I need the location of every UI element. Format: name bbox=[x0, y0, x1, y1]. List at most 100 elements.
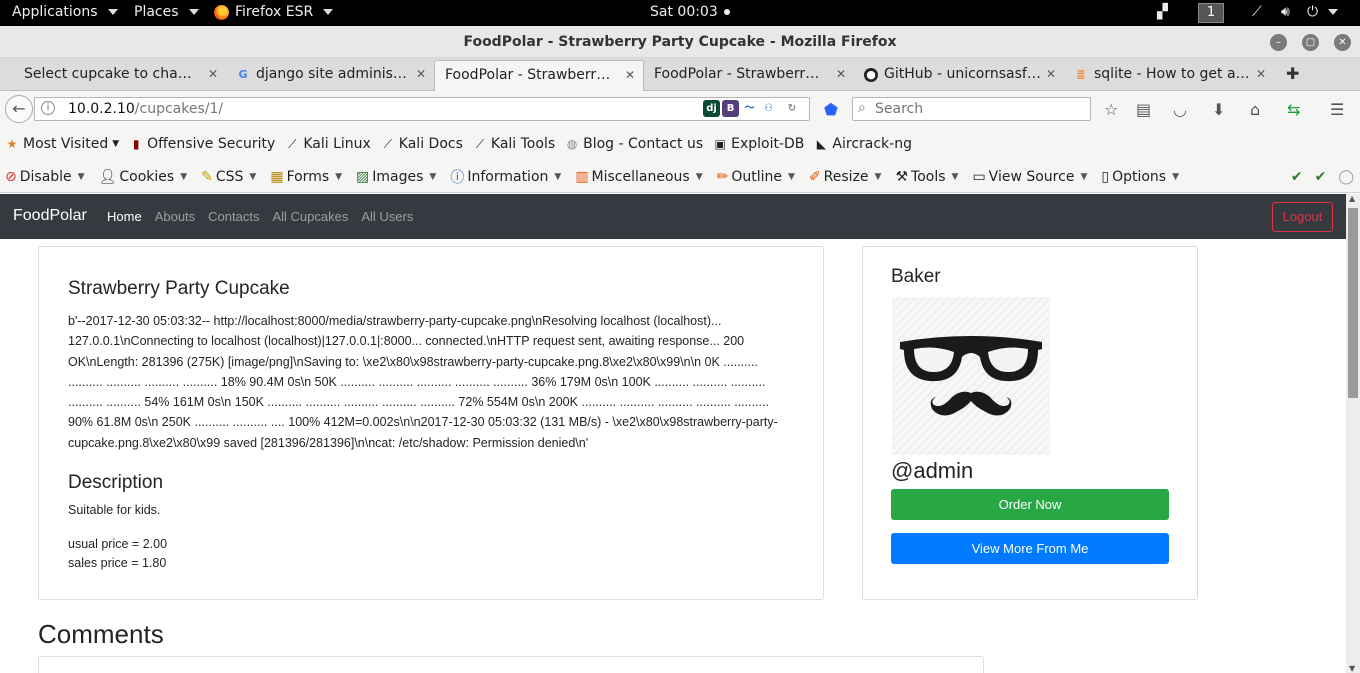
tab-foodpolar[interactable]: FoodPolar - Strawberry P... ✕ bbox=[644, 60, 854, 91]
downloads-icon[interactable]: ⬇ bbox=[1212, 100, 1225, 119]
bookmark-star-icon[interactable]: ☆ bbox=[1104, 100, 1118, 119]
comments-box bbox=[38, 656, 984, 673]
offsec-icon: ▮ bbox=[132, 137, 140, 151]
scroll-down-icon[interactable]: ▼ bbox=[1349, 664, 1355, 673]
site-brand[interactable]: FoodPolar bbox=[13, 207, 87, 225]
image-icon: ▨ bbox=[356, 168, 370, 185]
cupcake-card: Strawberry Party Cupcake b'--2017-12-30 … bbox=[38, 246, 824, 600]
pocket-icon[interactable]: ◡ bbox=[1173, 100, 1187, 119]
reload-icon[interactable]: ↻ bbox=[779, 100, 805, 117]
devtool-outline[interactable]: ✏︎ Outline ▼ bbox=[717, 169, 795, 185]
nav-all-cupcakes[interactable]: All Cupcakes bbox=[272, 209, 348, 224]
info-icon[interactable]: i bbox=[41, 101, 55, 115]
bookmark-most-visited[interactable]: ★ Most Visited ▼ bbox=[5, 136, 120, 152]
order-now-button[interactable]: Order Now bbox=[891, 489, 1169, 520]
site-navbar: FoodPolar Home Abouts Contacts All Cupca… bbox=[0, 194, 1346, 239]
minimize-icon[interactable]: – bbox=[1270, 34, 1287, 51]
js-valid-check-icon[interactable]: ✔ bbox=[1315, 169, 1327, 185]
clock[interactable]: Sat 00:03 bbox=[650, 4, 730, 20]
bookmark-kali-tools[interactable]: ⟋ Kali Tools bbox=[473, 136, 555, 152]
tab-select-cupcake[interactable]: Select cupcake to chang... ✕ bbox=[14, 60, 226, 91]
page-scrollbar[interactable]: ▲ ▼ bbox=[1346, 194, 1360, 673]
tab-stackoverflow[interactable]: ≣ sqlite - How to get a l... ✕ bbox=[1064, 60, 1274, 91]
tab-foodpolar-active[interactable]: FoodPolar - Strawberry P... ✕ bbox=[434, 60, 644, 91]
close-icon[interactable]: ✕ bbox=[625, 68, 635, 82]
devtool-forms[interactable]: ▦ Forms ▼ bbox=[270, 169, 342, 185]
scrollbar-thumb[interactable] bbox=[1348, 208, 1358, 398]
devtool-miscellaneous[interactable]: ▥ Miscellaneous ▼ bbox=[575, 169, 702, 185]
tab-django-admin[interactable]: G django site administra... ✕ bbox=[226, 60, 434, 91]
close-icon[interactable]: ✕ bbox=[1334, 34, 1351, 51]
bookmark-kali-linux[interactable]: ⟋ Kali Linux bbox=[285, 136, 371, 152]
devtool-tools[interactable]: ⚒ Tools ▼ bbox=[895, 169, 958, 185]
url-text: 10.0.2.10/cupcakes/1/ bbox=[68, 101, 224, 117]
bootstrap-icon[interactable]: B bbox=[722, 100, 739, 117]
devtool-view-source[interactable]: ▭ View Source ▼ bbox=[972, 169, 1087, 185]
bookmark-exploit-db[interactable]: ▣ Exploit-DB bbox=[713, 136, 804, 152]
devtool-images[interactable]: ▨ Images ▼ bbox=[356, 169, 436, 185]
close-icon[interactable]: ✕ bbox=[208, 67, 218, 81]
devtool-css[interactable]: ✎ CSS ▼ bbox=[201, 169, 256, 185]
search-input[interactable] bbox=[875, 101, 1085, 117]
maximize-icon[interactable]: ▢ bbox=[1302, 34, 1319, 51]
reading-list-icon[interactable]: ▤ bbox=[1136, 100, 1151, 119]
close-icon[interactable]: ✕ bbox=[1256, 67, 1266, 81]
system-top-bar: Applications Places Firefox ESR Sat 00:0… bbox=[0, 0, 1360, 26]
tab-label: Select cupcake to chang... bbox=[24, 66, 194, 82]
github-icon: ● bbox=[864, 68, 878, 82]
chevron-down-icon bbox=[323, 9, 334, 15]
devtool-information[interactable]: ⓘ Information ▼ bbox=[450, 167, 561, 187]
places-label: Places bbox=[134, 4, 179, 20]
scroll-up-icon[interactable]: ▲ bbox=[1349, 194, 1355, 203]
python-icon[interactable]: ⚇ bbox=[760, 100, 777, 117]
css-valid-check-icon[interactable]: ✔ bbox=[1291, 169, 1303, 185]
home-icon[interactable]: ⌂ bbox=[1250, 100, 1260, 119]
workspace-indicator[interactable]: 1 bbox=[1198, 3, 1224, 23]
status-circle-icon[interactable]: ◯ bbox=[1338, 169, 1354, 185]
globe-icon: ◍ bbox=[566, 137, 578, 151]
cupcake-title: Strawberry Party Cupcake bbox=[68, 278, 290, 299]
devtool-options[interactable]: ▯ Options ▼ bbox=[1101, 169, 1179, 185]
aircrack-icon: ◣ bbox=[816, 137, 827, 151]
network-icon[interactable]: ⟋ bbox=[1252, 4, 1262, 20]
close-icon[interactable]: ✕ bbox=[1046, 67, 1056, 81]
power-icon[interactable]: ⏻ bbox=[1307, 4, 1339, 20]
back-button[interactable]: ← bbox=[5, 95, 33, 123]
nav-all-users[interactable]: All Users bbox=[361, 209, 413, 224]
firefox-app-menu[interactable]: Firefox ESR bbox=[214, 4, 334, 20]
nav-abouts[interactable]: Abouts bbox=[155, 209, 195, 224]
volume-icon[interactable]: 🔊︎ bbox=[1281, 4, 1290, 20]
bookmark-offensive-security[interactable]: ▮ Offensive Security bbox=[129, 136, 276, 152]
kali-dragon-icon: ⟋ bbox=[475, 137, 485, 151]
devtool-disable[interactable]: ⊘ Disable ▼ bbox=[5, 169, 85, 185]
pen-icon: ✎ bbox=[201, 168, 213, 185]
pocket-extension-icon[interactable]: ⬟ bbox=[824, 100, 838, 119]
nav-contacts[interactable]: Contacts bbox=[208, 209, 259, 224]
bookmark-blog-contact[interactable]: ◍ Blog - Contact us bbox=[565, 136, 703, 152]
devtool-resize[interactable]: ✐ Resize ▼ bbox=[809, 169, 882, 185]
tab-github[interactable]: ● GitHub - unicornsasfu... ✕ bbox=[854, 60, 1064, 91]
places-menu[interactable]: Places bbox=[134, 4, 199, 20]
close-icon[interactable]: ✕ bbox=[836, 67, 846, 81]
cupcake-command-output: b'--2017-12-30 05:03:32-- http://localho… bbox=[68, 314, 778, 450]
proxy-switch-icon[interactable]: ⇆ bbox=[1287, 100, 1300, 119]
nav-home[interactable]: Home bbox=[107, 209, 142, 224]
new-tab-icon[interactable]: ✚ bbox=[1286, 64, 1299, 83]
stackoverflow-icon: ≣ bbox=[1076, 68, 1086, 81]
jquery-icon[interactable]: 〜 bbox=[741, 100, 758, 117]
hamburger-menu-icon[interactable]: ☰ bbox=[1330, 100, 1344, 119]
apps-grid-icon[interactable]: ▞ bbox=[1157, 4, 1168, 20]
bookmark-aircrack[interactable]: ◣ Aircrack-ng bbox=[814, 136, 912, 152]
view-more-button[interactable]: View More From Me bbox=[891, 533, 1169, 564]
person-icon: 👤︎ bbox=[98, 168, 117, 185]
django-icon[interactable]: dj bbox=[703, 100, 720, 117]
web-developer-toolbar: ⊘ Disable ▼ 👤︎ Cookies ▼ ✎ CSS ▼ ▦ Forms ▼ ▨ Imag… bbox=[0, 161, 1360, 193]
close-icon[interactable]: ✕ bbox=[416, 67, 426, 81]
search-box[interactable]: ⌕ bbox=[852, 97, 1091, 121]
devtool-cookies[interactable]: 👤︎ Cookies ▼ bbox=[99, 169, 188, 185]
applications-menu[interactable]: Applications bbox=[12, 4, 118, 20]
tab-label: FoodPolar - Strawberry P... bbox=[654, 66, 824, 82]
bookmark-kali-docs[interactable]: ⟋ Kali Docs bbox=[381, 136, 463, 152]
url-bar[interactable]: i 10.0.2.10/cupcakes/1/ dj B 〜 ⚇ ↻ bbox=[34, 97, 810, 121]
logout-button[interactable]: Logout bbox=[1272, 202, 1333, 232]
